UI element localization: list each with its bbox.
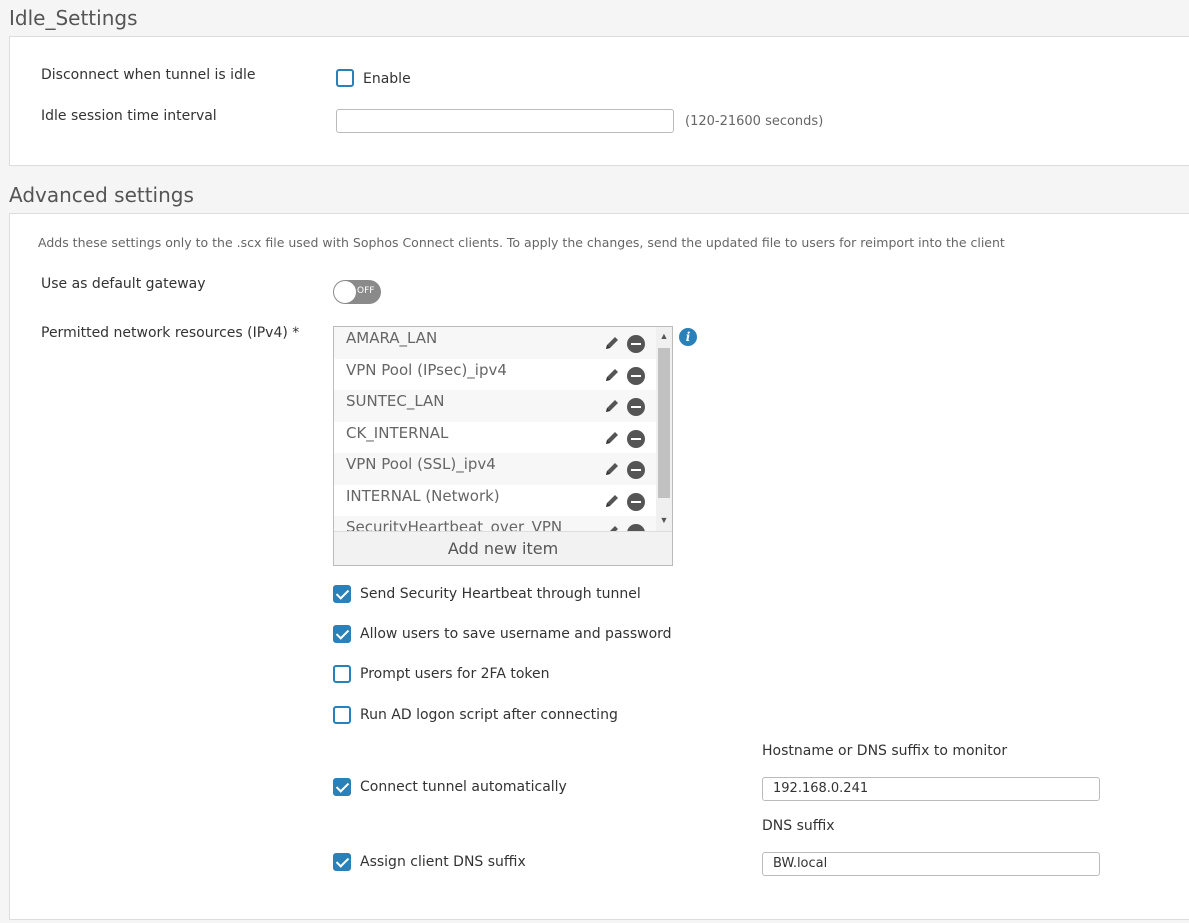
remove-icon[interactable]	[627, 524, 645, 531]
default-gateway-toggle[interactable]: OFF	[333, 280, 381, 304]
list-item[interactable]: AMARA_LAN	[334, 327, 656, 359]
save-credentials-label: Allow users to save username and passwor…	[360, 626, 672, 642]
scroll-thumb[interactable]	[658, 348, 670, 498]
add-new-item-button[interactable]: Add new item	[334, 531, 672, 565]
enable-label: Enable	[363, 71, 411, 87]
scroll-up-arrow-icon[interactable]: ▲	[656, 327, 672, 345]
hostname-monitor-input[interactable]: 192.168.0.241	[762, 777, 1100, 801]
list-item[interactable]: INTERNAL (Network)	[334, 485, 656, 517]
hostname-monitor-label: Hostname or DNS suffix to monitor	[762, 743, 1008, 759]
resource-name: SUNTEC_LAN	[346, 392, 445, 410]
list-item[interactable]: SUNTEC_LAN	[334, 390, 656, 422]
dns-suffix-input[interactable]: BW.local	[762, 852, 1100, 876]
default-gateway-label: Use as default gateway	[41, 276, 206, 292]
pencil-icon[interactable]	[602, 428, 622, 448]
disconnect-idle-label: Disconnect when tunnel is idle	[41, 67, 256, 83]
pencil-icon[interactable]	[602, 491, 622, 511]
ad-logon-script-label: Run AD logon script after connecting	[360, 707, 618, 723]
resource-name: SecurityHeartbeat_over_VPN	[346, 518, 563, 531]
prompt-2fa-label: Prompt users for 2FA token	[360, 666, 550, 682]
resource-name: CK_INTERNAL	[346, 423, 449, 442]
toggle-state-text: OFF	[357, 286, 375, 296]
resource-name: VPN Pool (IPsec)_ipv4	[346, 360, 507, 379]
connect-automatically-checkbox[interactable]	[333, 778, 351, 796]
idle-interval-input[interactable]	[336, 109, 674, 133]
prompt-2fa-checkbox[interactable]	[333, 665, 351, 683]
resource-name: VPN Pool (SSL)_ipv4	[346, 455, 496, 473]
list-item[interactable]: CK_INTERNAL	[334, 422, 656, 454]
connect-automatically-label: Connect tunnel automatically	[360, 779, 567, 795]
scroll-down-arrow-icon[interactable]: ▼	[656, 511, 672, 529]
advanced-settings-title: Advanced settings	[9, 183, 194, 207]
advanced-settings-panel	[9, 213, 1189, 920]
ad-logon-script-checkbox[interactable]	[333, 706, 351, 724]
pencil-icon[interactable]	[602, 365, 622, 385]
idle-settings-panel	[9, 36, 1189, 166]
info-icon[interactable]: i	[679, 328, 697, 346]
resource-name: AMARA_LAN	[346, 329, 438, 347]
list-item[interactable]: VPN Pool (SSL)_ipv4	[334, 453, 656, 485]
remove-icon[interactable]	[627, 398, 645, 416]
pencil-icon[interactable]	[602, 459, 622, 479]
dns-suffix-label: DNS suffix	[762, 818, 835, 834]
remove-icon[interactable]	[627, 461, 645, 479]
assign-dns-suffix-label: Assign client DNS suffix	[360, 854, 526, 870]
list-item[interactable]: SecurityHeartbeat_over_VPN	[334, 516, 656, 531]
pencil-icon[interactable]	[602, 333, 622, 353]
enable-idle-disconnect-checkbox[interactable]	[336, 69, 354, 87]
list-item[interactable]: VPN Pool (IPsec)_ipv4	[334, 359, 656, 391]
assign-dns-suffix-checkbox[interactable]	[333, 853, 351, 871]
resource-name: INTERNAL (Network)	[346, 486, 500, 505]
idle-settings-title: Idle_Settings	[9, 6, 138, 30]
permitted-resources-list[interactable]: AMARA_LAN VPN Pool (IPsec)_ipv4 SUNTEC_LAN…	[333, 326, 673, 566]
pencil-icon[interactable]	[602, 396, 622, 416]
remove-icon[interactable]	[627, 335, 645, 353]
toggle-knob	[334, 281, 356, 303]
remove-icon[interactable]	[627, 366, 645, 385]
permitted-resources-label: Permitted network resources (IPv4) *	[41, 325, 300, 341]
advanced-settings-note: Adds these settings only to the .scx fil…	[38, 235, 1005, 250]
remove-icon[interactable]	[627, 492, 645, 511]
idle-interval-label: Idle session time interval	[41, 108, 217, 124]
send-heartbeat-checkbox[interactable]	[333, 585, 351, 603]
send-heartbeat-label: Send Security Heartbeat through tunnel	[360, 586, 641, 602]
idle-interval-hint: (120-21600 seconds)	[685, 114, 824, 129]
resource-rows: AMARA_LAN VPN Pool (IPsec)_ipv4 SUNTEC_LAN…	[334, 327, 656, 531]
list-scrollbar[interactable]: ▲ ▼	[656, 327, 672, 531]
save-credentials-checkbox[interactable]	[333, 625, 351, 643]
remove-icon[interactable]	[627, 429, 645, 448]
pencil-icon[interactable]	[602, 522, 622, 531]
